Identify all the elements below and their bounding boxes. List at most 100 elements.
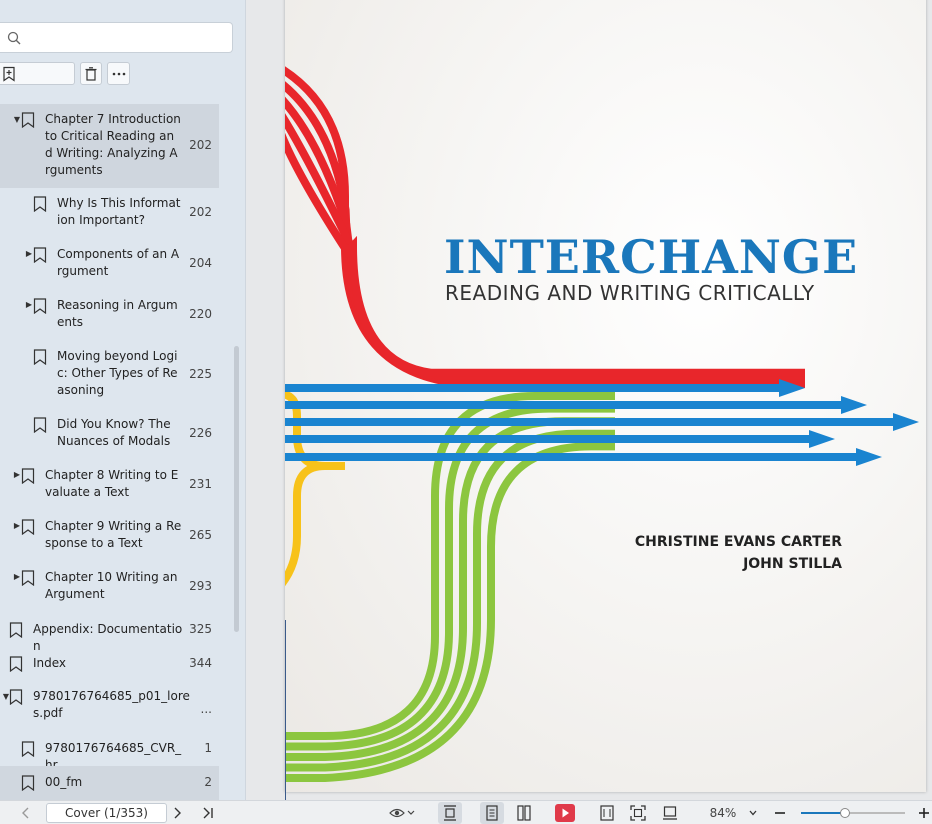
page-number-field[interactable]: Cover (1/353)	[46, 803, 167, 823]
bookmark-list: ▼ Chapter 7 Introduction to Critical Read…	[0, 104, 234, 800]
next-page-button[interactable]	[167, 801, 187, 824]
prev-page-button[interactable]	[16, 801, 36, 824]
more-options-button[interactable]	[107, 62, 130, 85]
bookmark-page-number: 344	[189, 656, 212, 670]
bookmark-item[interactable]: ▶ Chapter 8 Writing to Evaluate a Text 231	[0, 460, 219, 510]
more-icon	[112, 72, 125, 75]
bookmark-item[interactable]: Moving beyond Logic: Other Types of Reas…	[0, 341, 219, 409]
last-page-icon	[203, 807, 213, 819]
book-subtitle: READING AND WRITING CRITICALLY	[445, 281, 815, 305]
bookmark-item[interactable]: 9780176764685_CVR_hr 1	[0, 732, 219, 772]
trash-icon	[85, 66, 97, 81]
bookmark-item[interactable]: Index 344	[0, 647, 219, 681]
bookmark-label: Moving beyond Logic: Other Types of Reas…	[57, 349, 178, 397]
red-stripe	[285, 66, 805, 388]
view-mode-button[interactable]	[386, 801, 418, 824]
bookmark-label: Chapter 10 Writing an Argument	[45, 570, 178, 601]
bookmark-label: Did You Know? The Nuances of Modals	[57, 417, 171, 448]
bookmark-item[interactable]: ▼ Chapter 7 Introduction to Critical Read…	[0, 104, 219, 188]
bookmark-item[interactable]: Appendix: Documentation 325	[0, 613, 219, 653]
bookmark-item[interactable]: Why Is This Information Important? 202	[0, 188, 219, 238]
document-page: INTERCHANGE READING AND WRITING CRITICAL…	[285, 0, 926, 792]
author-name: JOHN STILLA	[743, 556, 842, 572]
blue-arrow-shaft	[285, 418, 894, 426]
bookmark-page-number: ...	[200, 702, 212, 716]
rotate-icon	[663, 806, 677, 820]
bookmark-item[interactable]: ▼ 9780176764685_p01_lores.pdf...	[0, 681, 219, 731]
blue-arrow-head	[856, 448, 882, 466]
sidebar-scrollbar[interactable]	[234, 346, 239, 632]
blue-arrow-head	[809, 430, 835, 448]
bookmark-page-number: 225	[189, 367, 212, 381]
zoom-level-label[interactable]: 84%	[702, 801, 744, 824]
blue-arrow-shaft	[285, 384, 780, 392]
bookmark-label: 00_fm	[45, 775, 83, 789]
bookmark-page-number: 220	[189, 307, 212, 321]
minus-icon	[775, 812, 785, 814]
bookmark-search-input[interactable]	[24, 27, 224, 49]
bookmark-page-number: 325	[189, 622, 212, 636]
fit-page-button[interactable]	[627, 801, 649, 824]
last-page-button[interactable]	[198, 801, 218, 824]
bookmark-toolbar	[0, 62, 245, 86]
bookmark-item[interactable]: ▶ Chapter 9 Writing a Response to a Text 2…	[0, 511, 219, 561]
bookmark-label: Reasoning in Arguments	[57, 298, 178, 329]
fit-page-icon	[630, 805, 646, 821]
zoom-in-button[interactable]	[916, 801, 932, 824]
bookmark-item[interactable]: ▶ Chapter 10 Writing an Argument 293	[0, 562, 219, 612]
single-page-button[interactable]	[480, 802, 504, 824]
bookmark-icon	[33, 196, 47, 213]
bookmark-page-number: 1	[204, 741, 212, 755]
bookmark-item[interactable]: Did You Know? The Nuances of Modals 226	[0, 409, 219, 459]
zoom-slider[interactable]	[801, 808, 905, 818]
rotate-page-button[interactable]	[659, 801, 681, 824]
document-view[interactable]: INTERCHANGE READING AND WRITING CRITICAL…	[247, 0, 932, 800]
bookmark-label: Chapter 8 Writing to Evaluate a Text	[45, 468, 179, 499]
pdf-reader-window: ▼ Chapter 7 Introduction to Critical Read…	[0, 0, 932, 824]
blue-arrow-shaft	[285, 401, 842, 409]
scroll-mode-icon	[444, 805, 456, 821]
cover-illustration	[285, 66, 919, 782]
chevron-right-icon	[174, 807, 181, 819]
single-page-icon	[486, 805, 498, 821]
bookmark-page-number: 202	[189, 205, 212, 219]
zoom-slider-handle[interactable]	[839, 808, 850, 818]
continuous-scroll-button[interactable]	[438, 802, 462, 824]
chevron-left-icon	[22, 807, 29, 819]
bookmark-icon	[33, 349, 47, 366]
bookmark-page-number: 226	[189, 426, 212, 440]
chevron-down-icon	[749, 810, 757, 816]
bookmark-label: Index	[33, 656, 67, 670]
bookmark-page-number: 231	[189, 477, 212, 491]
play-icon	[555, 804, 575, 822]
blue-arrow-shaft	[285, 453, 857, 461]
status-bar: Cover (1/353) 84%	[0, 800, 932, 824]
fit-width-icon	[600, 805, 614, 821]
bookmark-icon	[9, 656, 23, 673]
book-title: INTERCHANGE	[444, 230, 859, 284]
page-edge-line	[285, 620, 286, 800]
yellow-stripe	[285, 462, 326, 587]
bookmark-item[interactable]: ▶ Reasoning in Arguments 220	[0, 290, 219, 340]
blue-arrow-head	[841, 396, 867, 414]
search-icon	[7, 31, 21, 45]
bookmark-label: Chapter 9 Writing a Response to a Text	[45, 519, 182, 550]
zoom-out-button[interactable]	[771, 801, 789, 824]
play-slideshow-button[interactable]	[554, 801, 576, 824]
bookmark-page-number: 202	[189, 138, 212, 152]
bookmark-page-number: 204	[189, 256, 212, 270]
add-bookmark-button[interactable]	[0, 62, 75, 85]
bookmark-icon	[33, 247, 47, 264]
bookmark-item[interactable]: 00_fm 2	[0, 766, 219, 800]
two-page-button[interactable]	[512, 801, 536, 824]
bookmark-item[interactable]: ▶ Components of an Argument 204	[0, 239, 219, 289]
bookmark-icon	[9, 622, 23, 639]
two-page-icon	[517, 805, 531, 821]
bookmark-search-box[interactable]	[0, 22, 233, 53]
fit-width-button[interactable]	[596, 801, 618, 824]
bookmark-page-number: 2	[204, 775, 212, 789]
zoom-dropdown-button[interactable]	[745, 801, 761, 824]
bookmark-icon	[33, 298, 47, 315]
bookmark-page-number: 293	[189, 579, 212, 593]
delete-bookmark-button[interactable]	[80, 62, 102, 85]
